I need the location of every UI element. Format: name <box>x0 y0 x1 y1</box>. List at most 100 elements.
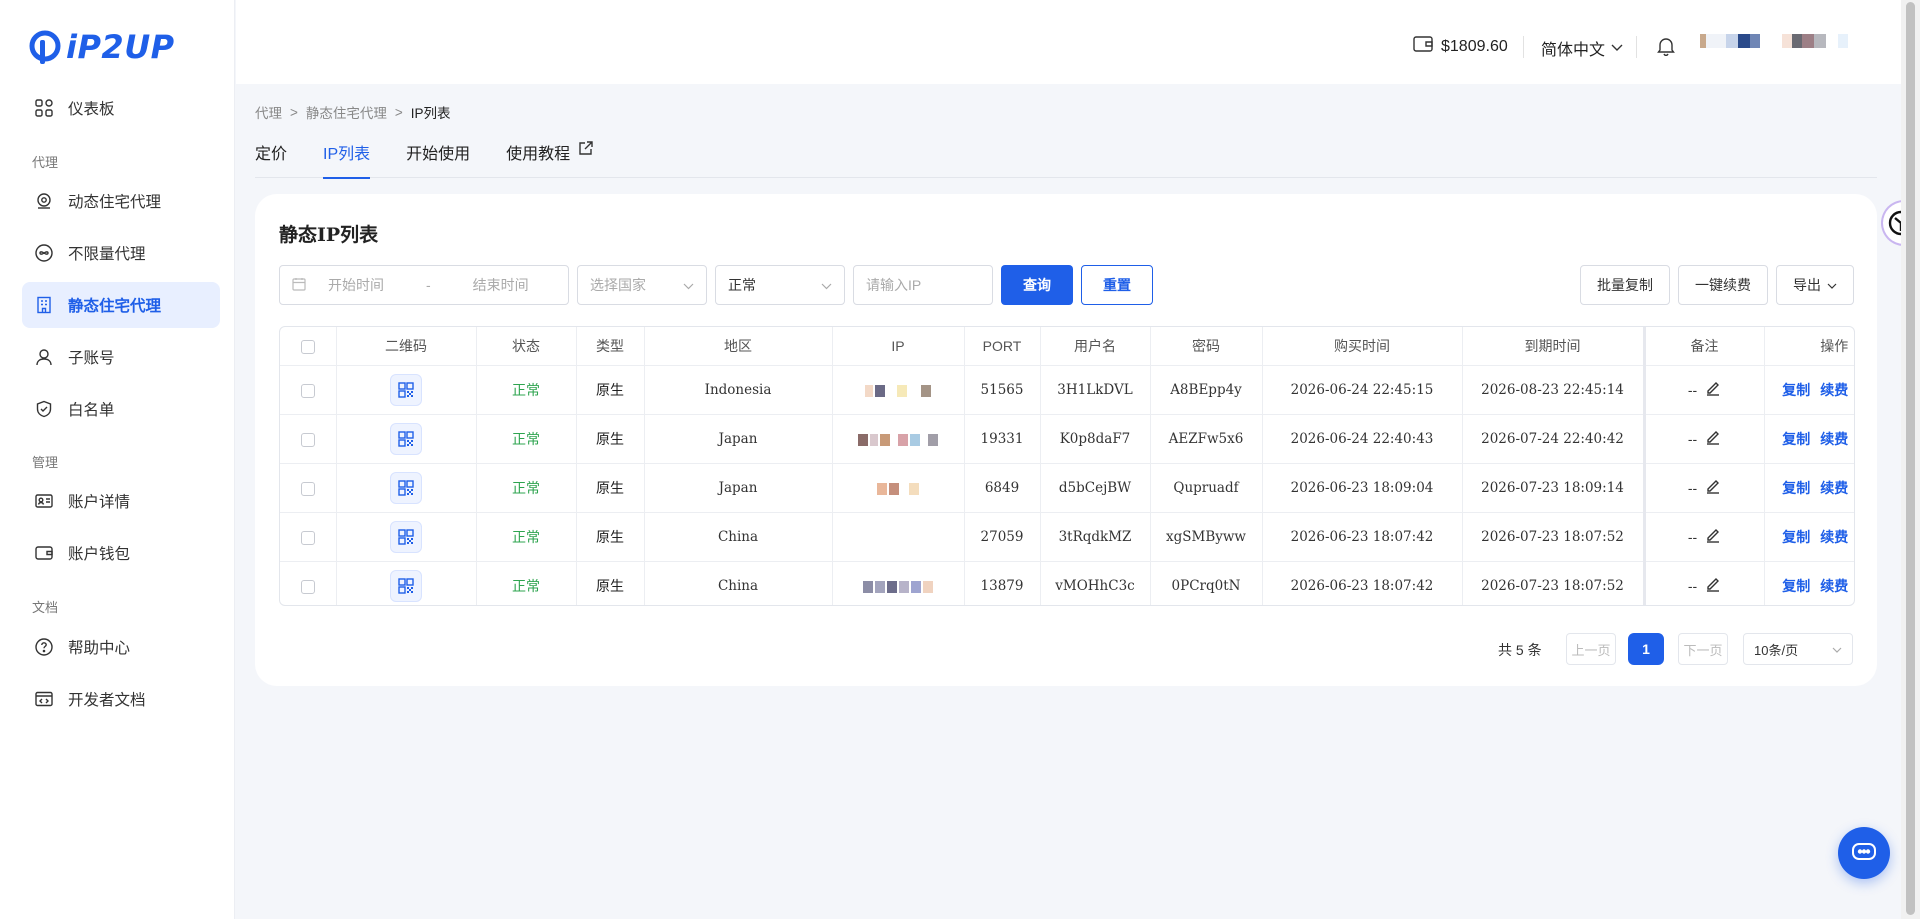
ip-search-input[interactable]: 请输入IP <box>853 265 993 305</box>
next-page-button[interactable]: 下一页 <box>1678 633 1728 665</box>
sidebar-item-unlimited[interactable]: 不限量代理 <box>22 230 220 276</box>
start-time-input[interactable]: 开始时间 <box>328 275 384 295</box>
region-cell: Japan <box>644 414 833 464</box>
export-label: 导出 <box>1793 277 1821 293</box>
region-cell: Indonesia <box>644 365 833 415</box>
sidebar-item-account-details[interactable]: 账户详情 <box>22 478 220 524</box>
note-cell: -- <box>1642 463 1765 513</box>
qrcode-cell <box>336 561 477 605</box>
copy-link[interactable]: 复制 <box>1782 480 1810 496</box>
logo[interactable]: iP2UP <box>28 28 175 66</box>
username-cell: 3tRqdkMZ <box>1040 512 1151 562</box>
type-cell: 原生 <box>576 512 645 562</box>
bell-icon[interactable] <box>1657 36 1675 60</box>
sidebar-item-label: 仪表板 <box>68 101 115 118</box>
sidebar-section-manage: 管理 <box>32 455 59 470</box>
sidebar-item-developer-docs[interactable]: 开发者文档 <box>22 676 220 722</box>
renew-link[interactable]: 续费 <box>1820 529 1848 545</box>
logo-text: iP2UP <box>66 28 175 66</box>
tab-get-started[interactable]: 开始使用 <box>406 140 470 178</box>
user-account-blurred[interactable] <box>1700 34 1868 54</box>
qrcode-icon[interactable] <box>390 422 422 455</box>
renew-link[interactable]: 续费 <box>1820 382 1848 398</box>
sidebar-item-sub-account[interactable]: 子账号 <box>22 334 220 380</box>
qrcode-icon[interactable] <box>390 569 422 602</box>
qrcode-icon[interactable] <box>390 471 422 504</box>
code-icon <box>34 689 54 709</box>
copy-link[interactable]: 复制 <box>1782 578 1810 594</box>
edit-icon[interactable] <box>1705 478 1721 497</box>
sidebar-item-label: 账户详情 <box>68 494 131 511</box>
status-select[interactable]: 正常 <box>715 265 845 305</box>
header-qrcode: 二维码 <box>336 327 477 366</box>
renew-link[interactable]: 续费 <box>1820 480 1848 496</box>
bought-time-cell: 2026-06-24 22:45:15 <box>1262 365 1463 415</box>
password-cell: 0PCrq0tN <box>1150 561 1263 605</box>
chat-support-button[interactable] <box>1838 827 1890 879</box>
breadcrumb-static-residential[interactable]: 静态住宅代理 <box>306 102 387 122</box>
sidebar-item-dynamic-residential[interactable]: 动态住宅代理 <box>22 178 220 224</box>
copy-link[interactable]: 复制 <box>1782 431 1810 447</box>
infinity-icon <box>34 243 54 263</box>
row-checkbox[interactable] <box>280 512 337 562</box>
tab-tutorial[interactable]: 使用教程 <box>506 140 594 178</box>
help-icon <box>34 637 54 657</box>
copy-link[interactable]: 复制 <box>1782 382 1810 398</box>
select-all-checkbox[interactable] <box>280 327 337 366</box>
calendar-icon <box>292 277 306 294</box>
tab-label: 开始使用 <box>406 146 471 163</box>
page-size-select[interactable]: 10条/页 <box>1743 633 1853 665</box>
renew-link[interactable]: 续费 <box>1820 431 1848 447</box>
ip-cell-blurred <box>832 365 965 415</box>
port-cell: 13879 <box>964 561 1041 605</box>
note-text: -- <box>1687 381 1698 398</box>
scrollbar-thumb[interactable] <box>1906 2 1915 915</box>
batch-copy-button[interactable]: 批量复制 <box>1580 265 1670 305</box>
prev-page-button[interactable]: 上一页 <box>1566 633 1616 665</box>
row-checkbox[interactable] <box>280 414 337 464</box>
breadcrumb-proxy[interactable]: 代理 <box>255 102 282 122</box>
tab-ip-list[interactable]: IP列表 <box>323 140 371 179</box>
renew-all-button[interactable]: 一键续费 <box>1678 265 1768 305</box>
edit-icon[interactable] <box>1705 429 1721 448</box>
expire-time-cell: 2026-07-23 18:07:52 <box>1462 512 1645 562</box>
qrcode-icon[interactable] <box>390 520 422 553</box>
end-time-input[interactable]: 结束时间 <box>473 275 529 295</box>
status-cell: 正常 <box>476 463 577 513</box>
wallet-balance[interactable]: $1809.60 <box>1413 36 1508 57</box>
region-cell: Japan <box>644 463 833 513</box>
user-icon <box>34 347 54 367</box>
sidebar-item-whitelist[interactable]: 白名单 <box>22 386 220 432</box>
edit-icon[interactable] <box>1705 576 1721 595</box>
query-button[interactable]: 查询 <box>1001 265 1073 305</box>
sidebar-item-wallet[interactable]: 账户钱包 <box>22 530 220 576</box>
country-select-placeholder: 选择国家 <box>590 277 646 293</box>
tab-pricing[interactable]: 定价 <box>255 140 287 178</box>
current-page-button[interactable]: 1 <box>1628 633 1664 665</box>
edit-icon[interactable] <box>1705 380 1721 399</box>
table-header-row: 二维码 状态 类型 地区 IP PORT 用户名 密码 购买时间 到期时间 备注… <box>280 327 1854 366</box>
edit-icon[interactable] <box>1705 527 1721 546</box>
country-select[interactable]: 选择国家 <box>577 265 707 305</box>
sidebar-item-help-center[interactable]: 帮助中心 <box>22 624 220 670</box>
renew-link[interactable]: 续费 <box>1820 578 1848 594</box>
bought-time-cell: 2026-06-23 18:07:42 <box>1262 512 1463 562</box>
sidebar-section-proxy: 代理 <box>32 155 59 170</box>
page-scrollbar[interactable] <box>1901 0 1920 919</box>
password-cell: AEZFw5x6 <box>1150 414 1263 464</box>
copy-link[interactable]: 复制 <box>1782 529 1810 545</box>
export-button[interactable]: 导出 <box>1776 265 1854 305</box>
language-selector[interactable]: 简体中文 <box>1541 36 1623 60</box>
sidebar-item-static-residential[interactable]: 静态住宅代理 <box>22 282 220 328</box>
qrcode-icon[interactable] <box>390 373 422 406</box>
sidebar-item-dashboard[interactable]: 仪表板 <box>22 85 220 131</box>
date-range-picker[interactable]: 开始时间 - 结束时间 <box>279 265 569 305</box>
row-checkbox[interactable] <box>280 365 337 415</box>
tab-label: 定价 <box>255 146 288 163</box>
ip-table: 二维码 状态 类型 地区 IP PORT 用户名 密码 购买时间 到期时间 备注… <box>279 326 1855 606</box>
note-text: -- <box>1687 430 1698 447</box>
row-checkbox[interactable] <box>280 561 337 605</box>
note-text: -- <box>1687 528 1698 545</box>
reset-button[interactable]: 重置 <box>1081 265 1153 305</box>
row-checkbox[interactable] <box>280 463 337 513</box>
